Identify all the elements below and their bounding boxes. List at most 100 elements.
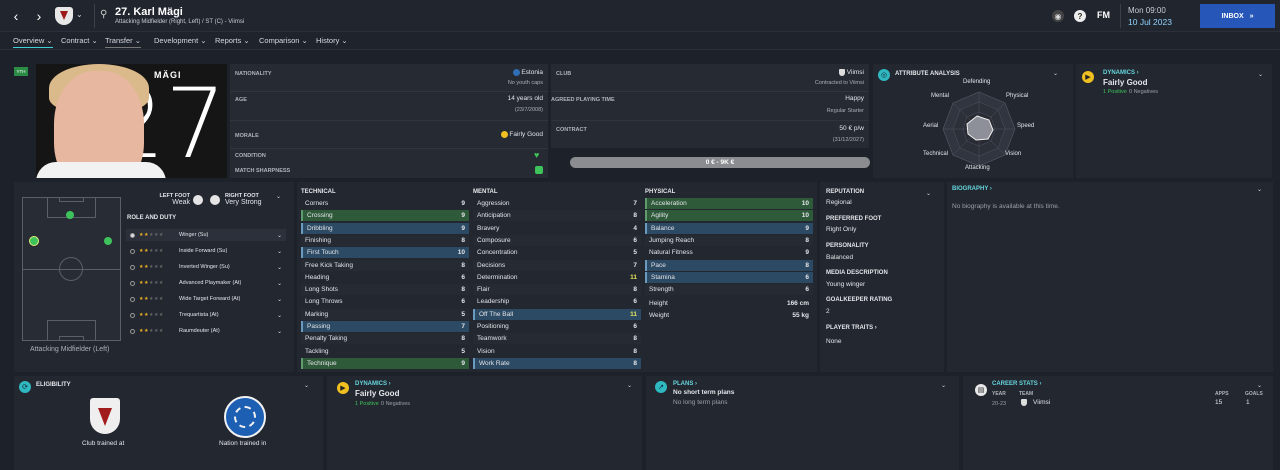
chevron-down-icon[interactable]: ⌄ bbox=[1053, 70, 1058, 77]
position-dot-aml[interactable] bbox=[29, 236, 39, 246]
back-icon[interactable]: ‹ bbox=[5, 5, 27, 27]
attribute-row[interactable]: Technique 9 bbox=[301, 357, 469, 369]
chevron-down-icon[interactable]: ⌄ bbox=[76, 10, 83, 19]
chevron-down-icon[interactable]: ⌄ bbox=[277, 248, 282, 255]
attribute-row[interactable]: Leadership 6 bbox=[473, 296, 641, 307]
attribute-row[interactable]: Long Shots 8 bbox=[301, 284, 469, 296]
role-row[interactable]: ★★★★★ Winger (Su) ⌄ bbox=[126, 229, 286, 241]
tab-transfer[interactable]: Transfer ⌄ bbox=[105, 36, 142, 48]
attribute-row[interactable]: Anticipation 8 bbox=[473, 210, 641, 222]
attribute-row[interactable]: Decisions 7 bbox=[473, 259, 641, 271]
chevron-down-icon[interactable]: ⌄ bbox=[1258, 71, 1263, 78]
ball-icon[interactable]: ◉ bbox=[1052, 10, 1064, 22]
attribute-row[interactable]: Vision 8 bbox=[473, 346, 641, 357]
dynamics-bottom-title[interactable]: DYNAMICS › bbox=[355, 381, 391, 387]
role-radio[interactable] bbox=[130, 248, 135, 254]
chevron-down-icon[interactable]: ⌄ bbox=[277, 312, 282, 319]
search-icon[interactable]: ⚲ bbox=[100, 9, 107, 20]
role-radio[interactable] bbox=[130, 280, 135, 286]
tab-history[interactable]: History ⌄ bbox=[316, 36, 348, 45]
attribute-row[interactable]: Agility 10 bbox=[645, 210, 813, 222]
chevron-down-icon[interactable]: ⌄ bbox=[277, 232, 282, 239]
tab-comparison[interactable]: Comparison ⌄ bbox=[259, 36, 308, 45]
club-crest-large-icon[interactable] bbox=[90, 398, 120, 434]
attribute-row[interactable]: Heading 6 bbox=[301, 272, 469, 283]
attribute-row[interactable]: Positioning 6 bbox=[473, 321, 641, 332]
role-row[interactable]: ★★★★★ Wide Target Forward (At) ⌄ bbox=[126, 293, 286, 305]
attribute-row[interactable]: Stamina 6 bbox=[645, 271, 813, 283]
attribute-row[interactable]: First Touch 10 bbox=[301, 247, 469, 259]
nationality-value[interactable]: Estonia bbox=[512, 69, 543, 76]
tab-development[interactable]: Development ⌄ bbox=[154, 36, 207, 45]
attribute-row[interactable]: Flair 8 bbox=[473, 284, 641, 296]
role-row[interactable]: ★★★★★ Inside Forward (Su) ⌄ bbox=[126, 245, 286, 257]
attribute-row[interactable]: Jumping Reach 8 bbox=[645, 234, 813, 246]
attribute-row[interactable]: Teamwork 8 bbox=[473, 333, 641, 345]
attribute-row[interactable]: Determination 11 bbox=[473, 272, 641, 283]
attribute-row[interactable]: Tackling 5 bbox=[301, 346, 469, 357]
help-icon[interactable]: ? bbox=[1074, 10, 1086, 22]
chevron-down-icon[interactable]: ⌄ bbox=[277, 328, 282, 335]
chevron-down-icon[interactable]: ⌄ bbox=[941, 382, 946, 389]
position-dot-striker[interactable] bbox=[66, 211, 74, 219]
dynamics-title[interactable]: DYNAMICS › bbox=[1103, 70, 1139, 76]
attribute-row[interactable]: Long Throws 6 bbox=[301, 296, 469, 307]
attribute-row[interactable]: Corners 9 bbox=[301, 198, 469, 209]
attribute-row[interactable]: Finishing 8 bbox=[301, 234, 469, 246]
role-row[interactable]: ★★★★★ Trequartista (At) ⌄ bbox=[126, 309, 286, 321]
attribute-row[interactable]: Strength 6 bbox=[645, 284, 813, 296]
attribute-row[interactable]: Balance 9 bbox=[645, 222, 813, 234]
attribute-row[interactable]: Passing 7 bbox=[301, 321, 469, 332]
chevron-down-icon[interactable]: ⌄ bbox=[627, 382, 632, 389]
biography-title[interactable]: BIOGRAPHY › bbox=[952, 186, 992, 192]
attribute-row[interactable]: Dribbling 9 bbox=[301, 222, 469, 234]
forward-icon[interactable]: › bbox=[28, 5, 50, 27]
transfer-value-bar[interactable]: 0 € - 9K € bbox=[570, 157, 870, 168]
chevron-down-icon[interactable]: ⌄ bbox=[926, 190, 931, 197]
nation-crest-icon[interactable] bbox=[224, 396, 266, 438]
role-radio[interactable] bbox=[130, 232, 135, 238]
tab-overview[interactable]: Overview ⌄ bbox=[13, 36, 53, 48]
role-row[interactable]: ★★★★★ Raumdeuter (At) ⌄ bbox=[126, 325, 286, 337]
fm-menu-button[interactable]: FM bbox=[1097, 10, 1110, 20]
attribute-row[interactable]: Penalty Taking 8 bbox=[301, 333, 469, 345]
role-radio[interactable] bbox=[130, 296, 135, 302]
chevron-down-icon[interactable]: ⌄ bbox=[276, 193, 281, 200]
attribute-row[interactable]: Composure 6 bbox=[473, 234, 641, 246]
morale-value[interactable]: Fairly Good bbox=[500, 131, 543, 138]
plans-title[interactable]: PLANS › bbox=[673, 381, 697, 387]
role-radio[interactable] bbox=[130, 328, 135, 334]
tab-contract[interactable]: Contract ⌄ bbox=[61, 36, 98, 45]
chevron-down-icon[interactable]: ⌄ bbox=[277, 264, 282, 271]
inbox-button[interactable]: INBOX » bbox=[1200, 4, 1275, 28]
attribute-row[interactable]: Concentration 5 bbox=[473, 247, 641, 258]
player-traits-link[interactable]: PLAYER TRAITS › bbox=[826, 325, 877, 331]
role-radio[interactable] bbox=[130, 312, 135, 318]
career-stats-title[interactable]: CAREER STATS › bbox=[992, 381, 1041, 387]
role-radio[interactable] bbox=[130, 264, 135, 270]
position-dot-amr[interactable] bbox=[104, 237, 112, 245]
attribute-row[interactable]: Acceleration 10 bbox=[645, 198, 813, 209]
club-value[interactable]: Viimsi bbox=[838, 69, 864, 76]
position-pitch[interactable] bbox=[22, 197, 121, 341]
attribute-row[interactable]: Work Rate 8 bbox=[473, 357, 641, 369]
contracted-to: Contracted to Viimsi bbox=[814, 80, 864, 86]
attribute-row[interactable]: Off The Ball 11 bbox=[473, 308, 641, 320]
attribute-row[interactable]: Free Kick Taking 8 bbox=[301, 259, 469, 271]
role-row[interactable]: ★★★★★ Inverted Winger (Su) ⌄ bbox=[126, 261, 286, 273]
chevron-down-icon[interactable]: ⌄ bbox=[304, 382, 309, 389]
career-team[interactable]: Viimsi bbox=[1033, 399, 1050, 406]
attribute-row[interactable]: Crossing 9 bbox=[301, 210, 469, 222]
role-row[interactable]: ★★★★★ Advanced Playmaker (At) ⌄ bbox=[126, 277, 286, 289]
chevron-down-icon[interactable]: ⌄ bbox=[1257, 186, 1262, 193]
club-crest-icon[interactable] bbox=[55, 7, 73, 25]
attribute-row[interactable]: Marking 5 bbox=[301, 308, 469, 320]
attribute-row[interactable]: Pace 8 bbox=[645, 259, 813, 271]
chevron-down-icon[interactable]: ⌄ bbox=[1257, 382, 1262, 389]
attribute-row[interactable]: Aggression 7 bbox=[473, 198, 641, 209]
chevron-down-icon[interactable]: ⌄ bbox=[277, 296, 282, 303]
chevron-down-icon[interactable]: ⌄ bbox=[277, 280, 282, 287]
attribute-row[interactable]: Bravery 4 bbox=[473, 223, 641, 234]
tab-reports[interactable]: Reports ⌄ bbox=[215, 36, 250, 45]
attribute-row[interactable]: Natural Fitness 9 bbox=[645, 247, 813, 258]
